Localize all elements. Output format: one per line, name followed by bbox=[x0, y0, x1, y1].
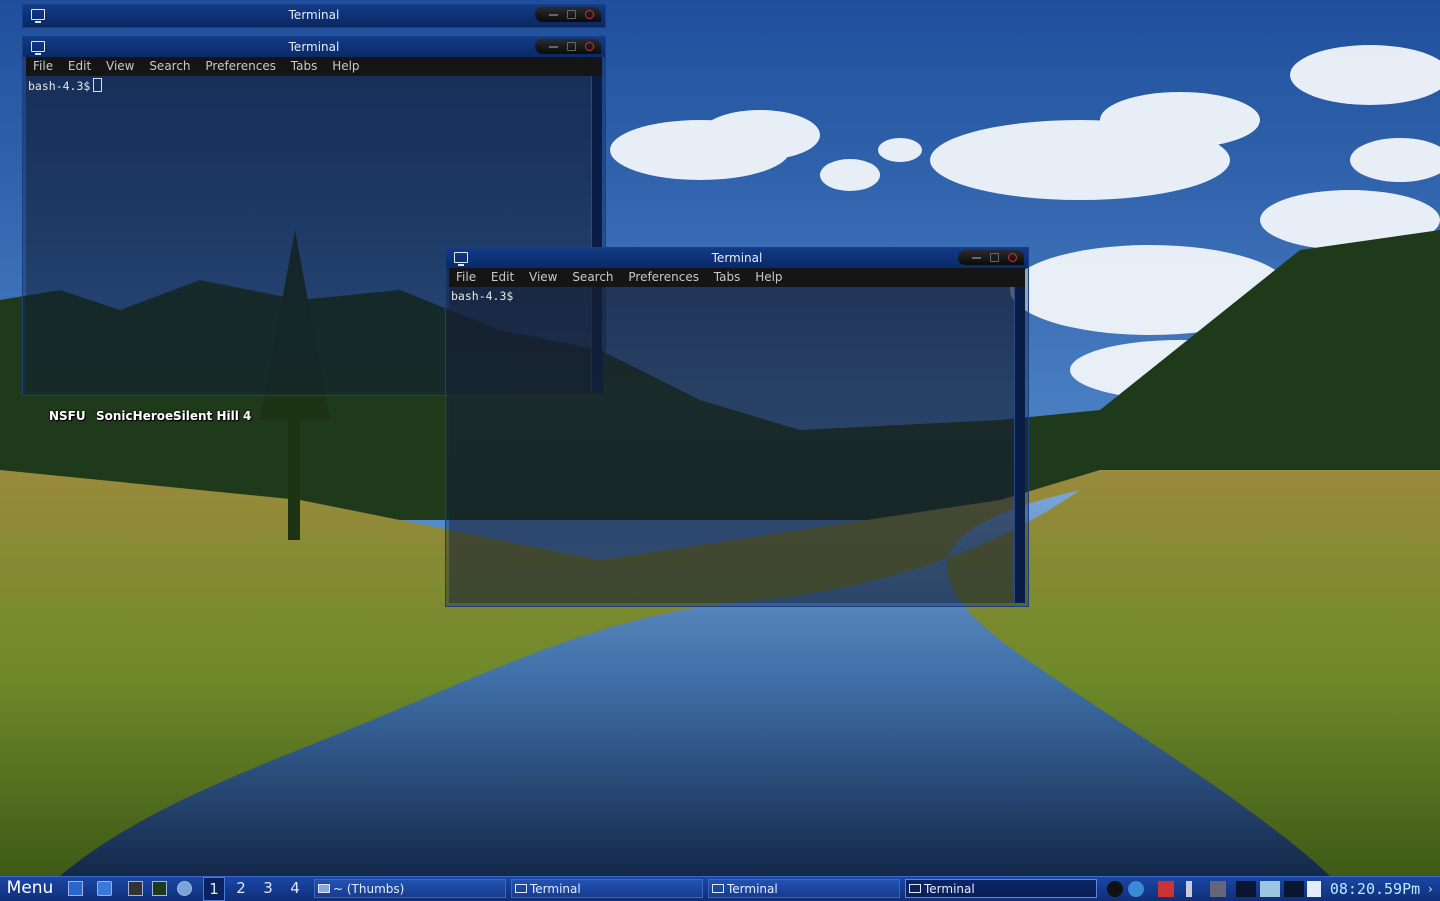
menu-file[interactable]: File bbox=[456, 270, 476, 284]
menu-preferences[interactable]: Preferences bbox=[205, 59, 276, 73]
menu-edit[interactable]: Edit bbox=[68, 59, 91, 73]
show-desktop-icon[interactable] bbox=[68, 881, 83, 896]
browser-icon[interactable] bbox=[177, 881, 192, 896]
net-graph-icon bbox=[1284, 881, 1304, 897]
task-terminal-1[interactable]: Terminal bbox=[511, 879, 703, 898]
printer-icon[interactable] bbox=[1158, 881, 1174, 897]
close-icon[interactable] bbox=[585, 10, 594, 19]
close-icon[interactable] bbox=[1008, 253, 1017, 262]
menu-help[interactable]: Help bbox=[755, 270, 782, 284]
terminal-output[interactable]: bash-4.3$ bbox=[449, 287, 1014, 603]
folder-icon bbox=[318, 884, 330, 893]
chevron-right-icon[interactable]: › bbox=[1428, 881, 1438, 897]
workspace-1[interactable]: 1 bbox=[203, 877, 225, 901]
minimize-icon[interactable] bbox=[549, 42, 558, 48]
menu-edit[interactable]: Edit bbox=[491, 270, 514, 284]
menu-tabs[interactable]: Tabs bbox=[714, 270, 741, 284]
memory-graph-icon bbox=[1260, 881, 1280, 897]
task-label: Terminal bbox=[530, 882, 581, 896]
clock[interactable]: 08:20.59Pm bbox=[1327, 877, 1423, 901]
menu-view[interactable]: View bbox=[106, 59, 134, 73]
terminal-prompt: bash-4.3$ bbox=[28, 78, 103, 93]
task-terminal-2[interactable]: Terminal bbox=[708, 879, 900, 898]
menu-search[interactable]: Search bbox=[572, 270, 613, 284]
taskbar: Menu 1 2 3 4 ~ (Thumbs) Terminal Termina… bbox=[0, 876, 1440, 901]
window-controls bbox=[535, 7, 601, 22]
text-cursor bbox=[93, 78, 103, 92]
close-icon[interactable] bbox=[585, 42, 594, 51]
window-titlebar[interactable]: Terminal bbox=[23, 37, 605, 57]
terminal-icon bbox=[515, 884, 527, 893]
menu-preferences[interactable]: Preferences bbox=[628, 270, 699, 284]
terminal-icon bbox=[909, 884, 921, 893]
window-title: Terminal bbox=[711, 251, 763, 265]
task-terminal-3[interactable]: Terminal bbox=[905, 879, 1097, 898]
menu-search[interactable]: Search bbox=[149, 59, 190, 73]
desktop-icon-label: SonicHeroes bbox=[96, 409, 181, 423]
menu-file[interactable]: File bbox=[33, 59, 53, 73]
scrollbar[interactable] bbox=[1014, 287, 1025, 603]
task-label: Terminal bbox=[727, 882, 778, 896]
task-thumbs[interactable]: ~ (Thumbs) bbox=[314, 879, 506, 898]
terminal-icon bbox=[712, 884, 724, 893]
network-icon[interactable] bbox=[1210, 881, 1226, 897]
terminal-icon bbox=[454, 252, 468, 266]
start-menu-button[interactable]: Menu bbox=[0, 877, 60, 901]
window-titlebar[interactable]: Terminal bbox=[446, 248, 1028, 268]
workspace-2[interactable]: 2 bbox=[230, 877, 252, 899]
volume-icon[interactable] bbox=[1186, 881, 1208, 897]
desktop-icon-nsfu[interactable]: NSFU bbox=[49, 409, 86, 423]
menu-bar: File Edit View Search Preferences Tabs H… bbox=[26, 57, 602, 76]
workspace-4[interactable]: 4 bbox=[284, 877, 306, 899]
terminal-icon bbox=[31, 41, 45, 55]
window-controls bbox=[958, 250, 1024, 265]
maximize-icon[interactable] bbox=[990, 253, 999, 262]
cpu-graph-icon bbox=[1236, 881, 1256, 897]
terminal-icon bbox=[31, 9, 45, 23]
desktop-icon-sonicheroes[interactable]: SonicHeroes bbox=[96, 409, 180, 423]
window-titlebar[interactable]: Terminal bbox=[23, 5, 605, 25]
window-controls bbox=[535, 39, 601, 54]
minimize-icon[interactable] bbox=[549, 10, 558, 16]
minimize-icon[interactable] bbox=[972, 253, 981, 259]
media-player-icon[interactable] bbox=[1107, 881, 1123, 897]
terminal-window-back[interactable]: Terminal bbox=[22, 4, 606, 28]
window-title: Terminal bbox=[288, 40, 340, 54]
terminal-window-front[interactable]: Terminal File Edit View Search Preferenc… bbox=[445, 247, 1029, 607]
task-label: ~ (Thumbs) bbox=[333, 882, 405, 896]
menu-bar: File Edit View Search Preferences Tabs H… bbox=[449, 268, 1025, 287]
update-icon[interactable] bbox=[1128, 881, 1144, 897]
system-monitor-icon[interactable] bbox=[152, 881, 167, 896]
window-switcher-icon[interactable] bbox=[97, 881, 112, 896]
menu-view[interactable]: View bbox=[529, 270, 557, 284]
terminal-prompt: bash-4.3$ bbox=[451, 289, 513, 303]
maximize-icon[interactable] bbox=[567, 10, 576, 19]
maximize-icon[interactable] bbox=[567, 42, 576, 51]
desktop-icon-label: NSFU bbox=[49, 409, 86, 423]
prompt-text: bash-4.3$ bbox=[451, 289, 514, 303]
desktop-icon-silent-hill-4[interactable]: Silent Hill 4 bbox=[173, 409, 251, 423]
task-label: Terminal bbox=[924, 882, 975, 896]
window-title: Terminal bbox=[288, 8, 340, 22]
menu-help[interactable]: Help bbox=[332, 59, 359, 73]
prompt-text: bash-4.3$ bbox=[28, 79, 91, 93]
menu-tabs[interactable]: Tabs bbox=[291, 59, 318, 73]
workspace-3[interactable]: 3 bbox=[257, 877, 279, 899]
mail-icon[interactable] bbox=[1307, 881, 1321, 897]
terminal-launcher-icon[interactable] bbox=[128, 881, 143, 896]
desktop-icon-label: Silent Hill 4 bbox=[173, 409, 252, 423]
